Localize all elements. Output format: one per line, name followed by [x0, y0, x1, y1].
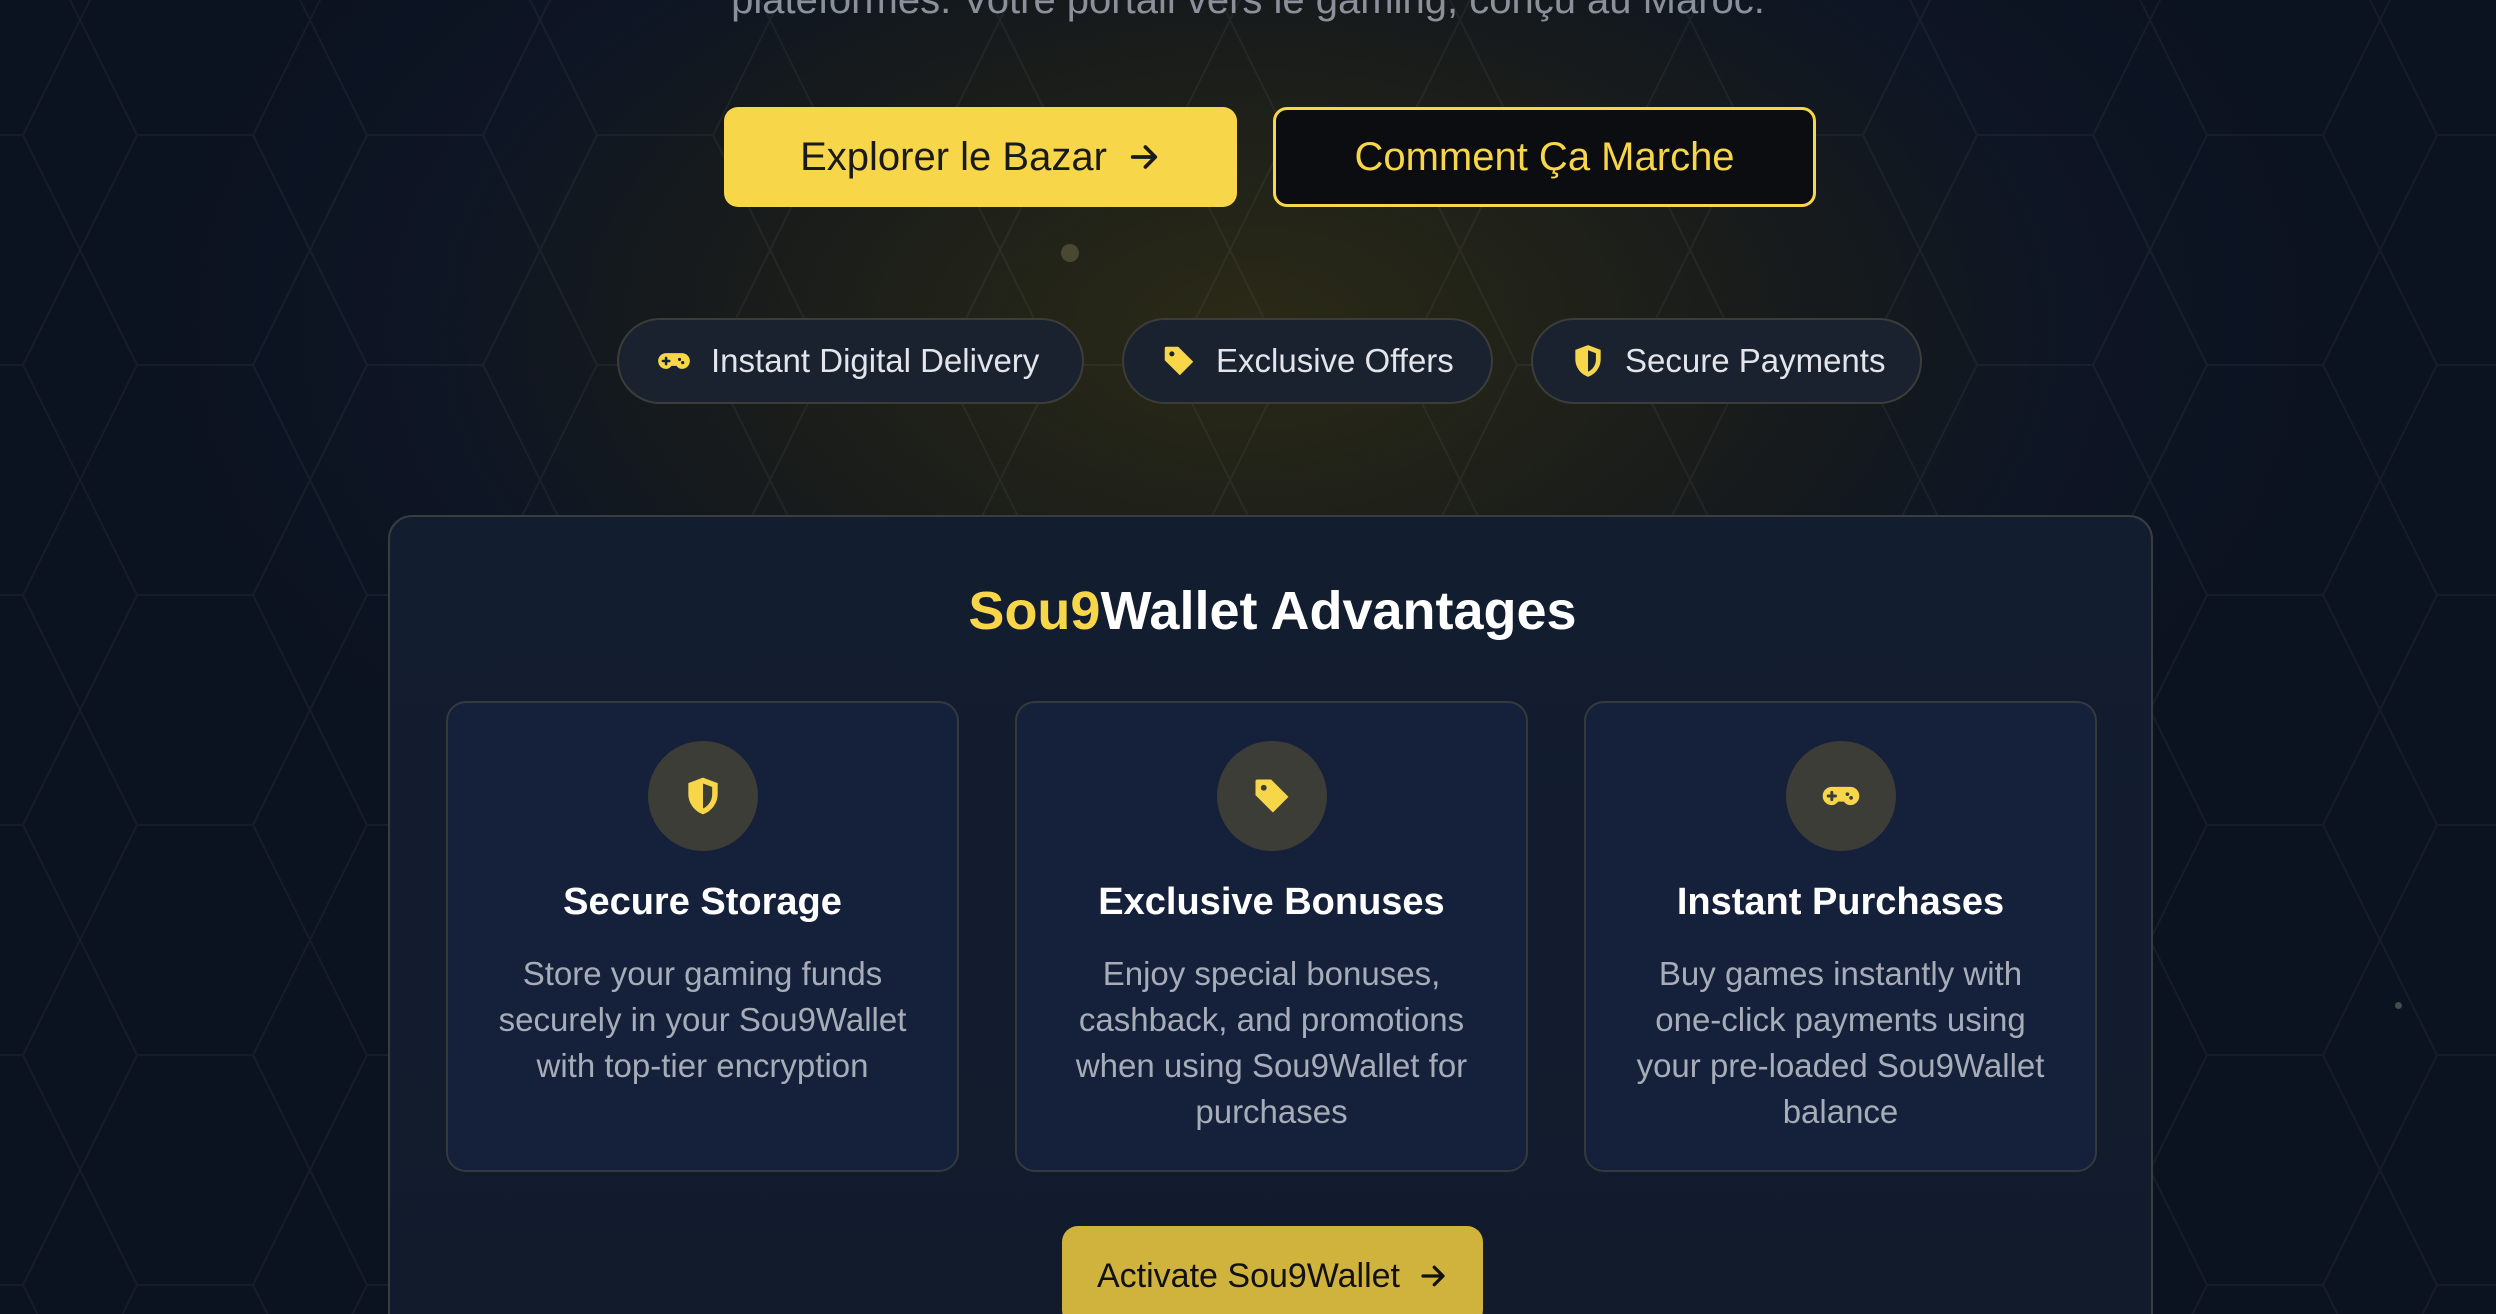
shield-icon [648, 741, 758, 851]
gamepad-icon [655, 342, 693, 380]
arrow-right-icon [1418, 1261, 1448, 1291]
feature-pill-instant-delivery: Instant Digital Delivery [617, 318, 1084, 404]
how-it-works-label: Comment Ça Marche [1354, 134, 1735, 179]
wallet-advantages-title: Sou9Wallet Advantages [390, 580, 2155, 642]
card-description: Store your gaming funds securely in your… [498, 955, 907, 1084]
advantage-card-secure-storage: Secure Storage Store your gaming funds s… [446, 701, 959, 1172]
feature-pill-label: Secure Payments [1625, 342, 1886, 379]
tag-icon [1217, 741, 1327, 851]
decorative-dot [2395, 1002, 2402, 1009]
explore-bazar-button[interactable]: Explorer le Bazar [724, 107, 1237, 207]
activate-wallet-button[interactable]: Activate Sou9Wallet [1062, 1226, 1483, 1314]
card-description: Buy games instantly with one-click payme… [1636, 955, 2045, 1130]
card-title: Instant Purchases [1676, 881, 2005, 923]
feature-pill-label: Instant Digital Delivery [711, 342, 1040, 379]
carousel-dot[interactable] [1061, 244, 1079, 262]
hero-subtitle: plateformes. Votre portail vers le gamin… [731, 0, 1765, 22]
activate-wallet-label: Activate Sou9Wallet [1097, 1256, 1400, 1295]
wallet-title-rest: Wallet Advantages [1100, 581, 1577, 641]
wallet-advantages-panel: Sou9Wallet Advantages Secure Storage Sto… [388, 515, 2153, 1314]
tag-icon [1160, 342, 1198, 380]
wallet-title-accent: Sou9 [968, 581, 1101, 641]
card-title: Secure Storage [563, 881, 842, 923]
feature-pill-exclusive-offers: Exclusive Offers [1122, 318, 1493, 404]
card-title: Exclusive Bonuses [1098, 881, 1445, 923]
how-it-works-button[interactable]: Comment Ça Marche [1273, 107, 1816, 207]
arrow-right-icon [1127, 140, 1161, 174]
feature-pill-label: Exclusive Offers [1216, 342, 1454, 379]
advantage-card-exclusive-bonuses: Exclusive Bonuses Enjoy special bonuses,… [1015, 701, 1528, 1172]
shield-icon [1569, 342, 1607, 380]
gamepad-icon [1786, 741, 1896, 851]
advantage-card-instant-purchases: Instant Purchases Buy games instantly wi… [1584, 701, 2097, 1172]
card-description: Enjoy special bonuses, cashback, and pro… [1075, 955, 1468, 1130]
explore-bazar-label: Explorer le Bazar [800, 134, 1107, 179]
feature-pill-secure-payments: Secure Payments [1531, 318, 1922, 404]
